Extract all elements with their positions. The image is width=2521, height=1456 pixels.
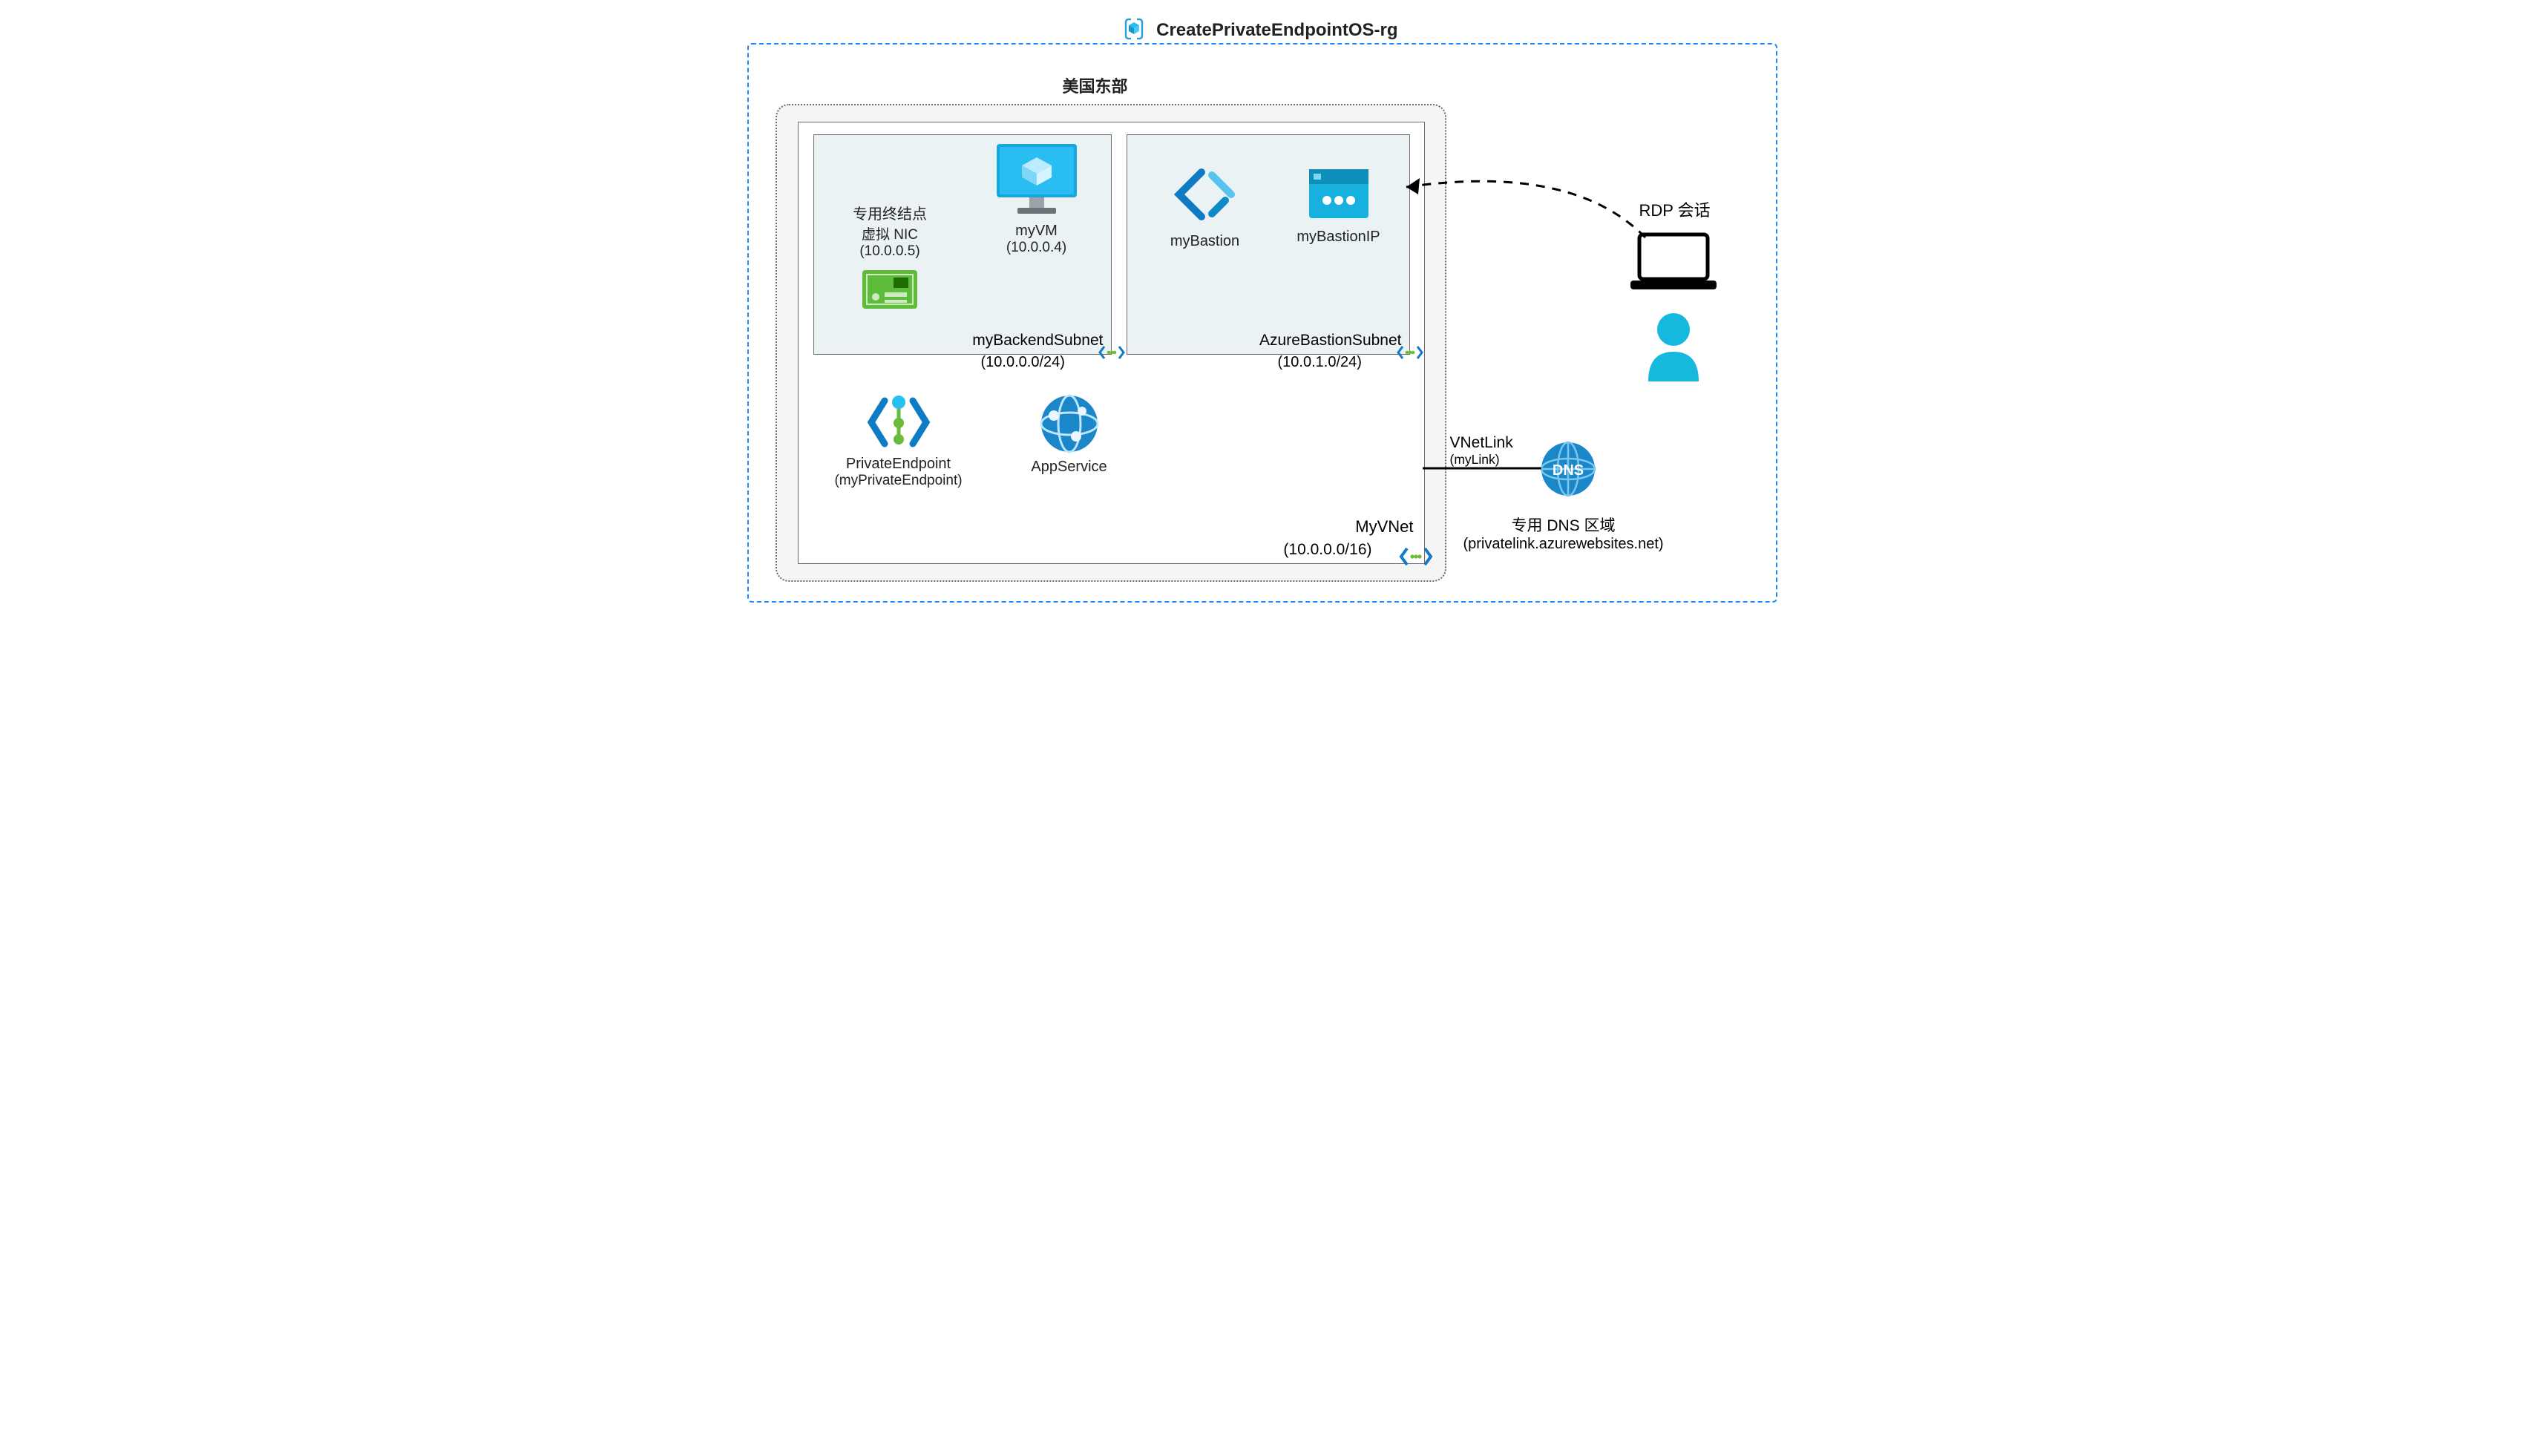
bastion-subnet-name: AzureBastionSubnet [1259,332,1401,350]
dns-zone-label: 专用 DNS 区域 [1511,517,1615,534]
bastion-ip: myBastionIP [1276,165,1402,246]
vm-icon [992,141,1081,218]
vnetlink-sub: (myLink) [1450,452,1513,468]
nic-icon [859,267,920,312]
app-service-name: AppService [1031,459,1107,475]
dns-zone-domain: (privatelink.azurewebsites.net) [1452,536,1675,553]
bastion-subnet-cidr: (10.0.1.0/24) [1278,354,1380,371]
svg-text:DNS: DNS [1552,462,1583,479]
bastion-ip-name: myBastionIP [1296,229,1380,245]
dns-zone: 专用 DNS 区域 (privatelink.azurewebsites.net… [1452,514,1675,553]
user-icon [1644,310,1703,381]
public-ip-icon [1305,165,1373,224]
vnet-badge-icon [1397,344,1423,361]
vnet-badge-icon [1098,344,1125,361]
vnet-cidr: (10.0.0.0/16) [1283,541,1371,559]
backend-subnet-box: 专用终结点 虚拟 NIC (10.0.0.5) [813,134,1112,355]
region-label: 美国东部 [747,73,1443,97]
private-endpoint-nic: 专用终结点 虚拟 NIC (10.0.0.5) [829,202,951,316]
resource-group-icon [1123,18,1145,40]
resource-group-title: CreatePrivateEndpointOS-rg [727,13,1795,41]
nic-label-2: 虚拟 NIC [829,223,951,243]
nic-label-1: 专用终结点 [853,206,927,223]
app-service-icon [1039,393,1100,454]
region-box: 专用终结点 虚拟 NIC (10.0.0.5) [776,104,1446,582]
bastion-subnet-box: myBastion myBastionIP AzureBastionSubnet [1127,134,1410,355]
vm-name: myVM [1015,223,1058,239]
vnet-badge-icon [1400,545,1426,563]
bastion: myBastion [1142,165,1268,250]
dns-zone-icon: DNS [1538,439,1598,499]
vm-ip: (10.0.0.4) [970,240,1104,256]
nic-ip: (10.0.0.5) [829,243,951,260]
vnet-box: 专用终结点 虚拟 NIC (10.0.0.5) [798,122,1425,564]
resource-group-name: CreatePrivateEndpointOS-rg [1156,20,1397,40]
diagram-canvas: CreatePrivateEndpointOS-rg 美国东部 专用终结点 虚拟… [727,0,1795,617]
vnet-name: MyVNet [1355,517,1413,537]
private-endpoint: PrivateEndpoint (myPrivateEndpoint) [813,393,984,489]
private-endpoint-icon [867,393,931,451]
private-endpoint-label: PrivateEndpoint [846,456,951,472]
backend-subnet-name: myBackendSubnet [972,332,1103,350]
vnetlink: VNetLink (myLink) [1450,434,1513,468]
app-service: AppService [1006,393,1132,476]
bastion-name: myBastion [1170,233,1239,249]
private-endpoint-sub: (myPrivateEndpoint) [813,473,984,489]
vm: myVM (10.0.0.4) [970,141,1104,256]
bastion-icon [1172,165,1239,229]
vnetlink-label: VNetLink [1450,434,1513,451]
rdp-arrow [1394,156,1662,260]
